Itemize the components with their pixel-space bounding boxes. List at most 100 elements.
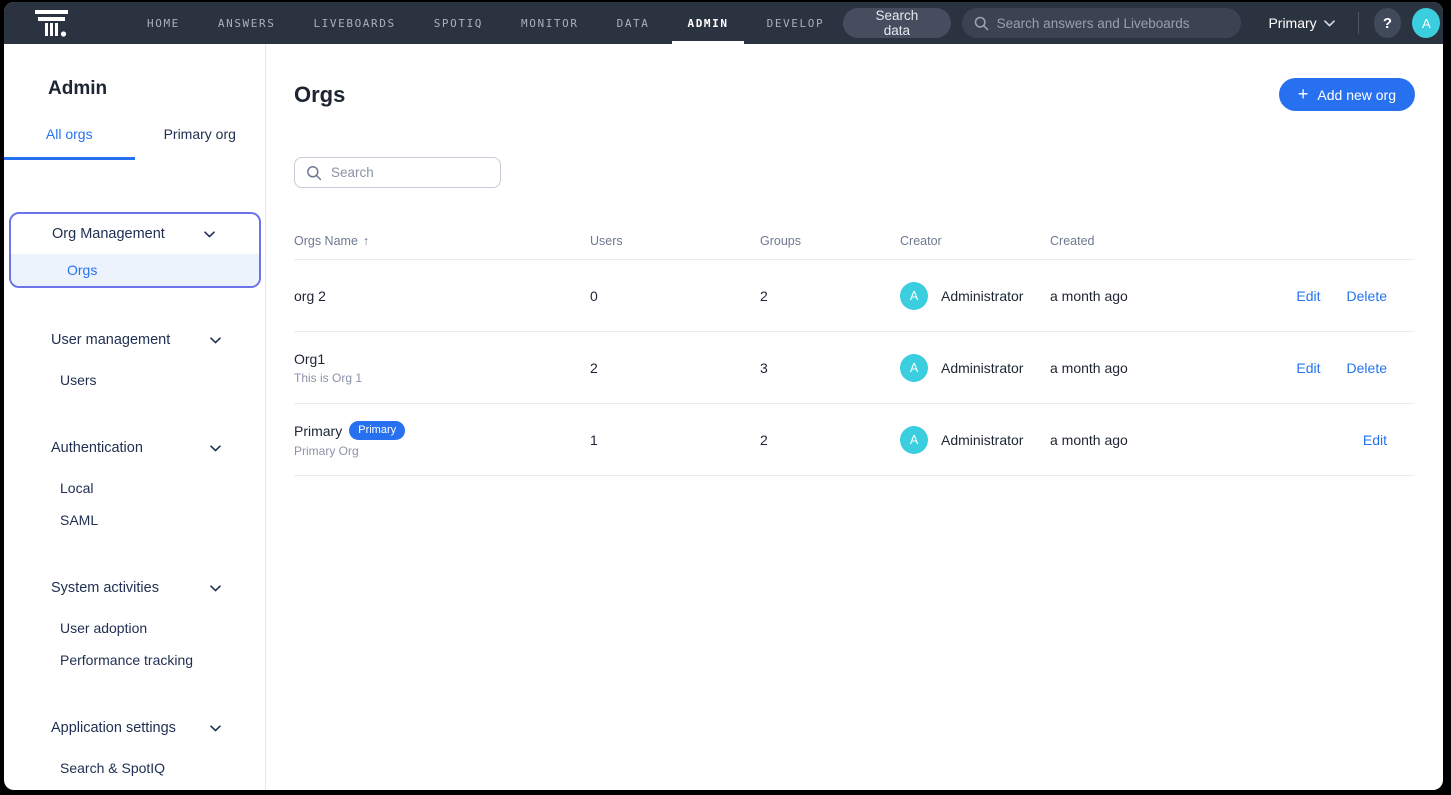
section-header-application-settings[interactable]: Application settings bbox=[4, 712, 265, 744]
groups-count: 2 bbox=[760, 432, 900, 448]
column-header-creator[interactable]: Creator bbox=[900, 234, 1050, 248]
nav-tab-develop[interactable]: DEVELOP bbox=[748, 2, 844, 44]
nav-tab-spotiq[interactable]: SPOTIQ bbox=[415, 2, 502, 44]
tab-primary-org[interactable]: Primary org bbox=[135, 126, 266, 160]
groups-count: 3 bbox=[760, 360, 900, 376]
edit-link[interactable]: Edit bbox=[1296, 288, 1320, 304]
orgs-table: Orgs Name ↑ Users Groups Creator Created… bbox=[294, 222, 1415, 476]
sidebar-item-users[interactable]: Users bbox=[4, 364, 265, 396]
chevron-down-icon bbox=[204, 231, 215, 238]
sidebar-item-performance-tracking[interactable]: Performance tracking bbox=[4, 644, 265, 676]
sidebar-section-system-activities: System activities User adoption Performa… bbox=[4, 572, 265, 676]
org-scope-tabs: All orgs Primary org bbox=[4, 126, 265, 160]
section-label: System activities bbox=[51, 580, 159, 596]
column-header-orgs-name[interactable]: Orgs Name ↑ bbox=[294, 234, 590, 248]
edit-link[interactable]: Edit bbox=[1363, 432, 1387, 448]
page-title: Orgs bbox=[294, 82, 345, 108]
created-time: a month ago bbox=[1050, 288, 1265, 304]
column-header-created[interactable]: Created bbox=[1050, 234, 1265, 248]
creator-name: Administrator bbox=[941, 360, 1023, 376]
delete-link[interactable]: Delete bbox=[1347, 288, 1387, 304]
global-search-input[interactable] bbox=[997, 16, 1230, 31]
sidebar-item-user-adoption[interactable]: User adoption bbox=[4, 612, 265, 644]
org-name: Org1 bbox=[294, 351, 325, 367]
add-new-org-label: Add new org bbox=[1317, 87, 1396, 103]
table-row[interactable]: Primary Primary Primary Org 1 2 A Admini… bbox=[294, 404, 1415, 476]
user-avatar[interactable]: A bbox=[1412, 8, 1440, 38]
sidebar-item-search-spotiq[interactable]: Search & SpotIQ bbox=[4, 752, 265, 784]
primary-nav: HOME ANSWERS LIVEBOARDS SPOTIQ MONITOR D… bbox=[128, 2, 843, 44]
nav-tab-data[interactable]: DATA bbox=[598, 2, 669, 44]
sidebar-title: Admin bbox=[48, 78, 265, 100]
org-description: This is Org 1 bbox=[294, 371, 590, 385]
global-search-bar[interactable] bbox=[962, 8, 1242, 38]
sidebar-section-user-management: User management Users bbox=[4, 324, 265, 396]
sidebar-section-authentication: Authentication Local SAML bbox=[4, 432, 265, 536]
section-label: Org Management bbox=[52, 226, 165, 242]
section-label: User management bbox=[51, 332, 170, 348]
creator-avatar: A bbox=[900, 426, 928, 454]
admin-sidebar: Admin All orgs Primary org Org Managemen… bbox=[4, 44, 266, 790]
edit-link[interactable]: Edit bbox=[1296, 360, 1320, 376]
section-label: Application settings bbox=[51, 720, 176, 736]
pagination-summary: Showing 1 - 3 of 3 bbox=[266, 787, 1443, 790]
primary-badge: Primary bbox=[349, 421, 405, 439]
top-navigation-bar: HOME ANSWERS LIVEBOARDS SPOTIQ MONITOR D… bbox=[4, 2, 1443, 44]
org-switcher-dropdown[interactable]: Primary bbox=[1252, 15, 1342, 31]
table-row[interactable]: Org1 This is Org 1 2 3 A Administrator a… bbox=[294, 332, 1415, 404]
org-switcher-label: Primary bbox=[1268, 15, 1316, 31]
chevron-down-icon bbox=[210, 445, 221, 452]
nav-tab-monitor[interactable]: MONITOR bbox=[502, 2, 598, 44]
org-name: org 2 bbox=[294, 288, 326, 304]
nav-tab-answers[interactable]: ANSWERS bbox=[199, 2, 295, 44]
created-time: a month ago bbox=[1050, 360, 1265, 376]
table-header-row: Orgs Name ↑ Users Groups Creator Created bbox=[294, 222, 1415, 260]
sort-ascending-icon[interactable]: ↑ bbox=[363, 234, 369, 248]
sidebar-item-local[interactable]: Local bbox=[4, 472, 265, 504]
screenshot-frame: HOME ANSWERS LIVEBOARDS SPOTIQ MONITOR D… bbox=[0, 0, 1451, 795]
thoughtspot-logo-icon[interactable] bbox=[34, 8, 70, 38]
chevron-down-icon bbox=[210, 585, 221, 592]
add-new-org-button[interactable]: + Add new org bbox=[1279, 78, 1415, 111]
sidebar-item-saml[interactable]: SAML bbox=[4, 504, 265, 536]
creator-name: Administrator bbox=[941, 432, 1023, 448]
search-icon bbox=[306, 165, 322, 181]
nav-tab-admin[interactable]: ADMIN bbox=[668, 2, 747, 44]
column-header-users[interactable]: Users bbox=[590, 234, 760, 248]
help-button[interactable]: ? bbox=[1374, 8, 1402, 38]
search-icon bbox=[974, 16, 989, 31]
sidebar-section-org-management[interactable]: Org Management bbox=[11, 214, 259, 254]
org-description: Primary Org bbox=[294, 444, 590, 458]
chevron-down-icon bbox=[210, 337, 221, 344]
column-header-groups[interactable]: Groups bbox=[760, 234, 900, 248]
nav-tab-home[interactable]: HOME bbox=[128, 2, 199, 44]
users-count: 0 bbox=[590, 288, 760, 304]
orgs-search-input[interactable] bbox=[331, 165, 489, 180]
table-row[interactable]: org 2 0 2 A Administrator a month ago Ed… bbox=[294, 260, 1415, 332]
sidebar-section-application-settings: Application settings Search & SpotIQ bbox=[4, 712, 265, 784]
org-management-highlight-box: Org Management Orgs bbox=[9, 212, 261, 288]
users-count: 2 bbox=[590, 360, 760, 376]
tab-all-orgs[interactable]: All orgs bbox=[4, 126, 135, 160]
creator-name: Administrator bbox=[941, 288, 1023, 304]
nav-right-cluster: Search data Primary ? A bbox=[843, 8, 1440, 38]
nav-divider bbox=[1358, 12, 1359, 34]
nav-tab-liveboards[interactable]: LIVEBOARDS bbox=[294, 2, 414, 44]
section-header-system-activities[interactable]: System activities bbox=[4, 572, 265, 604]
orgs-page: Orgs + Add new org Orgs Name ↑ bbox=[266, 44, 1443, 790]
org-name: Primary bbox=[294, 423, 342, 439]
creator-avatar: A bbox=[900, 354, 928, 382]
users-count: 1 bbox=[590, 432, 760, 448]
sidebar-item-orgs[interactable]: Orgs bbox=[11, 254, 259, 286]
section-header-authentication[interactable]: Authentication bbox=[4, 432, 265, 464]
plus-icon: + bbox=[1298, 85, 1309, 103]
chevron-down-icon bbox=[1324, 20, 1335, 27]
created-time: a month ago bbox=[1050, 432, 1265, 448]
thoughtspot-app: HOME ANSWERS LIVEBOARDS SPOTIQ MONITOR D… bbox=[4, 2, 1443, 790]
groups-count: 2 bbox=[760, 288, 900, 304]
delete-link[interactable]: Delete bbox=[1347, 360, 1387, 376]
search-data-button[interactable]: Search data bbox=[843, 8, 950, 38]
section-header-user-management[interactable]: User management bbox=[4, 324, 265, 356]
creator-avatar: A bbox=[900, 282, 928, 310]
orgs-search-box[interactable] bbox=[294, 157, 501, 188]
